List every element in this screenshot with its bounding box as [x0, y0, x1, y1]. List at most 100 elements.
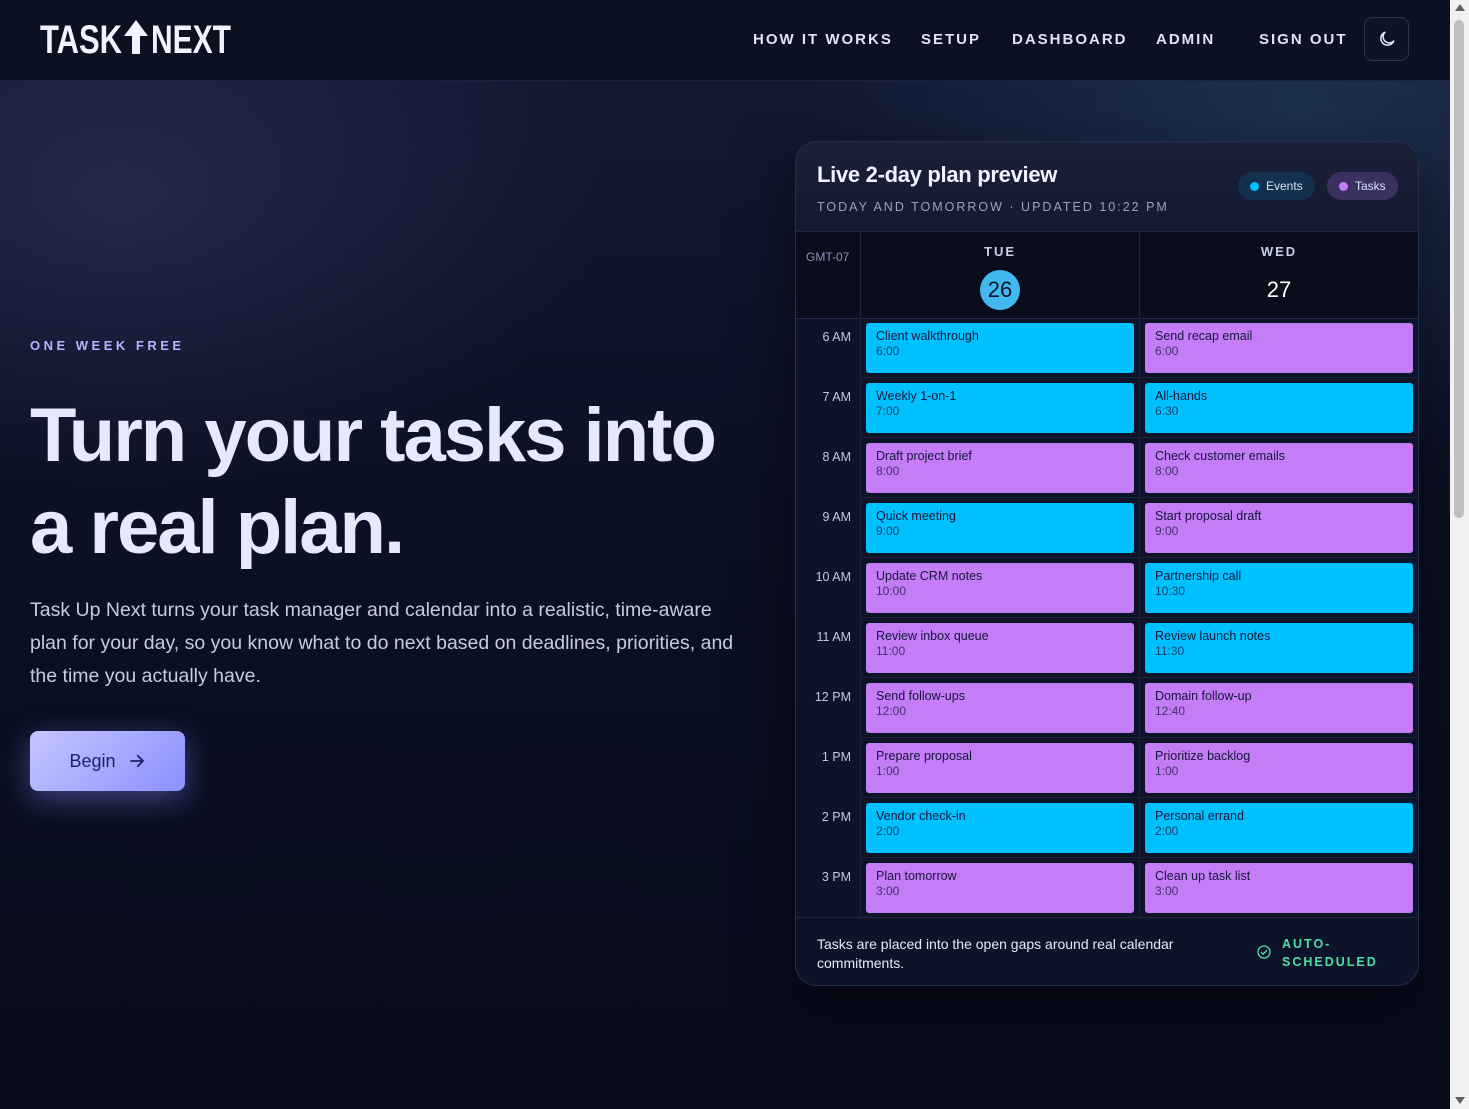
- scrollbar[interactable]: [1450, 0, 1469, 1109]
- task-time: 1:00: [1155, 764, 1179, 778]
- task-time: 3:00: [876, 884, 900, 898]
- hour-label: 1 PM: [821, 750, 851, 764]
- scheduled-task[interactable]: Update CRM notes 10:00: [866, 563, 1134, 613]
- hour-line: [860, 677, 1418, 678]
- day-name-wed: WED: [1260, 244, 1298, 259]
- scheduled-task[interactable]: Check customer emails 8:00: [1145, 443, 1413, 493]
- scroll-down-arrow-icon[interactable]: [1455, 1097, 1465, 1104]
- scheduled-task[interactable]: Prepare proposal 1:00: [866, 743, 1134, 793]
- promo-eyebrow: ONE WEEK FREE: [30, 338, 185, 353]
- scheduled-task[interactable]: Review inbox queue 11:00: [866, 623, 1134, 673]
- calendar-event[interactable]: Vendor check-in 2:00: [866, 803, 1134, 853]
- moon-icon: [1379, 31, 1394, 46]
- scheduled-task[interactable]: Send recap email 6:00: [1145, 323, 1413, 373]
- event-time: 6:30: [1155, 404, 1179, 418]
- nav-setup[interactable]: SETUP: [921, 31, 981, 48]
- page: TASK NEXT HOW IT WORKS SETUP DASHBOARD A…: [0, 0, 1450, 1109]
- calendar-event[interactable]: Personal errand 2:00: [1145, 803, 1413, 853]
- day-name-tue: TUE: [984, 244, 1016, 259]
- tasks-dot: [1339, 181, 1348, 191]
- scroll-up-arrow-icon[interactable]: [1455, 4, 1465, 11]
- event-time: 11:30: [1155, 644, 1185, 658]
- day-number-today[interactable]: 26: [980, 270, 1020, 310]
- theme-toggle-button[interactable]: [1364, 17, 1409, 61]
- event-title: Quick meeting: [876, 509, 956, 523]
- auto-scheduled-label: AUTO-SCHEDULED: [1282, 937, 1378, 969]
- event-title: Review launch notes: [1155, 629, 1271, 643]
- event-title: All-hands: [1155, 389, 1208, 403]
- hour-label: 8 AM: [822, 450, 852, 464]
- nav-admin[interactable]: ADMIN: [1156, 31, 1215, 48]
- scheduled-task[interactable]: Send follow-ups 12:00: [866, 683, 1134, 733]
- plan-preview-card: Live 2-day plan preview TODAY AND TOMORR…: [795, 141, 1419, 986]
- nav-how-it-works[interactable]: HOW IT WORKS: [753, 31, 893, 48]
- task-title: Start proposal draft: [1155, 509, 1262, 523]
- task-title: Send follow-ups: [876, 689, 965, 703]
- preview-footer: Tasks are placed into the open gaps arou…: [796, 917, 1418, 985]
- calendar-event[interactable]: Partnership call 10:30: [1145, 563, 1413, 613]
- calendar-event[interactable]: Quick meeting 9:00: [866, 503, 1134, 553]
- event-time: 10:30: [1155, 584, 1186, 598]
- top-nav: TASK NEXT HOW IT WORKS SETUP DASHBOARD A…: [0, 0, 1450, 81]
- scrollbar-thumb[interactable]: [1454, 20, 1464, 518]
- task-time: 3:00: [1155, 884, 1179, 898]
- headline-line-2: a real plan.: [30, 485, 405, 570]
- scheduled-task[interactable]: Plan tomorrow 3:00: [866, 863, 1134, 913]
- task-time: 9:00: [1155, 524, 1179, 538]
- calendar-event[interactable]: Weekly 1-on-1 7:00: [866, 383, 1134, 433]
- task-title: Review inbox queue: [876, 629, 989, 643]
- task-title: Clean up task list: [1155, 869, 1251, 883]
- preview-header: Live 2-day plan preview TODAY AND TOMORR…: [796, 142, 1418, 231]
- event-time: 7:00: [876, 404, 900, 418]
- calendar-event[interactable]: All-hands 6:30: [1145, 383, 1413, 433]
- event-time: 6:00: [876, 344, 900, 358]
- hour-label: 6 AM: [822, 330, 852, 344]
- event-title: Client walkthrough: [876, 329, 979, 343]
- begin-label: Begin: [69, 750, 116, 771]
- hour-label: 2 PM: [821, 810, 851, 824]
- calendar-day-header: GMT-07 TUE 26 WED 27: [796, 231, 1418, 319]
- calendar-event[interactable]: Review launch notes 11:30: [1145, 623, 1413, 673]
- task-time: 1:00: [876, 764, 900, 778]
- event-time: 2:00: [1155, 824, 1179, 838]
- day-number[interactable]: 27: [1259, 270, 1299, 310]
- preview-subtitle: TODAY AND TOMORROW · UPDATED 10:22 PM: [817, 200, 1169, 214]
- scheduled-task[interactable]: Start proposal draft 9:00: [1145, 503, 1413, 553]
- events-dot: [1250, 181, 1259, 191]
- hour-line: [860, 437, 1418, 438]
- task-title: Prepare proposal: [876, 749, 972, 763]
- hour-line: [860, 617, 1418, 618]
- hero-headline: Turn your tasks into a real plan.: [30, 390, 770, 574]
- nav-sign-out[interactable]: SIGN OUT: [1259, 31, 1348, 48]
- preview-title: Live 2-day plan preview: [817, 162, 1058, 187]
- task-title: Check customer emails: [1155, 449, 1285, 463]
- hour-label: 3 PM: [821, 870, 851, 884]
- calendar-event[interactable]: Client walkthrough 6:00: [866, 323, 1134, 373]
- task-title: Prioritize backlog: [1155, 749, 1251, 763]
- scheduled-task[interactable]: Domain follow-up 12:40: [1145, 683, 1413, 733]
- check-circle-icon: [1257, 945, 1271, 959]
- task-time: 11:00: [876, 644, 906, 658]
- hour-label: 10 AM: [815, 570, 851, 584]
- legend-tasks-label: Tasks: [1355, 179, 1386, 193]
- scheduled-task[interactable]: Prioritize backlog 1:00: [1145, 743, 1413, 793]
- task-title: Send recap email: [1155, 329, 1253, 343]
- hour-line: [860, 497, 1418, 498]
- footer-note: Tasks are placed into the open gaps arou…: [817, 936, 1174, 971]
- hour-line: [860, 737, 1418, 738]
- task-title: Domain follow-up: [1155, 689, 1252, 703]
- event-title: Weekly 1-on-1: [876, 389, 957, 403]
- task-time: 8:00: [1155, 464, 1179, 478]
- hour-line: [860, 557, 1418, 558]
- auto-scheduled-status: AUTO-SCHEDULED: [1256, 935, 1382, 971]
- hour-line: [860, 377, 1418, 378]
- legend-events-label: Events: [1266, 179, 1303, 193]
- task-title: Plan tomorrow: [876, 869, 957, 883]
- scheduled-task[interactable]: Draft project brief 8:00: [866, 443, 1134, 493]
- begin-button[interactable]: Begin: [30, 731, 185, 791]
- nav-links: HOW IT WORKS SETUP DASHBOARD ADMIN SIGN …: [0, 0, 1450, 80]
- scheduled-task[interactable]: Clean up task list 3:00: [1145, 863, 1413, 913]
- calendar-grid: 6 AM 7 AM 8 AM 9 AM 10 AM 11 AM 12 PM 1 PM 2 PM 3…: [796, 317, 1418, 917]
- nav-dashboard[interactable]: DASHBOARD: [1012, 31, 1128, 48]
- hour-label: 7 AM: [822, 390, 852, 404]
